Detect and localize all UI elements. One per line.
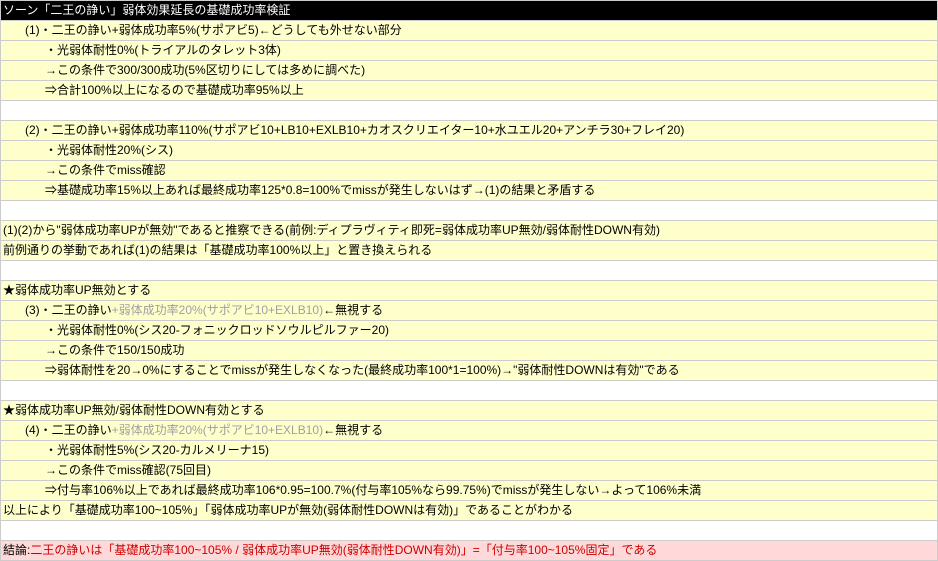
data-cell: 以上により「基礎成功率100~105%」「弱体成功率UPが無効(弱体耐性DOWN… bbox=[1, 501, 938, 521]
data-row: ・光弱体耐性0%(シス20-フォニックロッドソウルピルファー20) bbox=[1, 321, 938, 341]
data-cell: (1)・二王の諍い+弱体成功率5%(サポアビ5)←どうしても外せない部分 bbox=[1, 21, 938, 41]
data-row: ⇒弱体耐性を20→0%にすることでmissが発生しなくなった(最終成功率100*… bbox=[1, 361, 938, 381]
data-row: 以上により「基礎成功率100~105%」「弱体成功率UPが無効(弱体耐性DOWN… bbox=[1, 501, 938, 521]
data-row bbox=[1, 381, 938, 401]
data-row: ・光弱体耐性20%(シス) bbox=[1, 141, 938, 161]
text-segment: 結論: bbox=[3, 543, 30, 557]
text-segment: (1)・二王の諍い+弱体成功率5%(サポアビ5)←どうしても外せない部分 bbox=[25, 23, 402, 37]
data-cell: →この条件でmiss確認 bbox=[1, 161, 938, 181]
text-segment: →この条件でmiss確認 bbox=[45, 163, 166, 177]
data-row: →この条件で300/300成功(5%区切りにしては多めに調べた) bbox=[1, 61, 938, 81]
data-cell: ・光弱体耐性0%(シス20-フォニックロッドソウルピルファー20) bbox=[1, 321, 938, 341]
data-cell: ・光弱体耐性20%(シス) bbox=[1, 141, 938, 161]
text-segment: ⇒弱体耐性を20→0%にすることでmissが発生しなくなった(最終成功率100*… bbox=[45, 363, 680, 377]
data-cell: (3)・二王の諍い+弱体成功率20%(サポアビ10+EXLB10)←無視する bbox=[1, 301, 938, 321]
data-cell: ⇒基礎成功率15%以上あれば最終成功率125*0.8=100%でmissが発生し… bbox=[1, 181, 938, 201]
analysis-table: ソーン「二王の諍い」弱体効果延長の基礎成功率検証 (1)・二王の諍い+弱体成功率… bbox=[0, 0, 938, 561]
text-segment: ・光弱体耐性0%(シス20-フォニックロッドソウルピルファー20) bbox=[45, 323, 389, 337]
header-row: ソーン「二王の諍い」弱体効果延長の基礎成功率検証 bbox=[1, 1, 938, 21]
data-cell: →この条件でmiss確認(75回目) bbox=[1, 461, 938, 481]
text-segment: ・光弱体耐性20%(シス) bbox=[45, 143, 173, 157]
text-segment: (4)・二王の諍い bbox=[25, 423, 112, 437]
data-row bbox=[1, 521, 938, 541]
text-segment: ←無視する bbox=[323, 423, 383, 437]
data-row: ★弱体成功率UP無効/弱体耐性DOWN有効とする bbox=[1, 401, 938, 421]
title-cell: ソーン「二王の諍い」弱体効果延長の基礎成功率検証 bbox=[1, 1, 938, 21]
data-row: ⇒基礎成功率15%以上あれば最終成功率125*0.8=100%でmissが発生し… bbox=[1, 181, 938, 201]
data-row bbox=[1, 261, 938, 281]
data-row: (4)・二王の諍い+弱体成功率20%(サポアビ10+EXLB10)←無視する bbox=[1, 421, 938, 441]
data-cell: ⇒合計100%以上になるので基礎成功率95%以上 bbox=[1, 81, 938, 101]
data-cell: ★弱体成功率UP無効/弱体耐性DOWN有効とする bbox=[1, 401, 938, 421]
text-segment: ・光弱体耐性5%(シス20-カルメリーナ15) bbox=[45, 443, 269, 457]
text-segment: ⇒付与率106%以上であれば最終成功率106*0.95=100.7%(付与率10… bbox=[45, 483, 701, 497]
text-segment: ★弱体成功率UP無効とする bbox=[3, 283, 151, 297]
data-row: ⇒付与率106%以上であれば最終成功率106*0.95=100.7%(付与率10… bbox=[1, 481, 938, 501]
data-row bbox=[1, 101, 938, 121]
data-row: →この条件でmiss確認(75回目) bbox=[1, 461, 938, 481]
text-segment: →この条件で300/300成功(5%区切りにしては多めに調べた) bbox=[45, 63, 365, 77]
data-row: 結論:二王の諍いは「基礎成功率100~105% / 弱体成功率UP無効(弱体耐性… bbox=[1, 541, 938, 561]
text-segment: ・光弱体耐性0%(トライアルのタレット3体) bbox=[45, 43, 281, 57]
text-segment: (2)・二王の諍い+弱体成功率110%(サポアビ10+LB10+EXLB10+カ… bbox=[25, 123, 684, 137]
data-cell: (2)・二王の諍い+弱体成功率110%(サポアビ10+LB10+EXLB10+カ… bbox=[1, 121, 938, 141]
data-cell: ・光弱体耐性0%(トライアルのタレット3体) bbox=[1, 41, 938, 61]
data-cell: (4)・二王の諍い+弱体成功率20%(サポアビ10+EXLB10)←無視する bbox=[1, 421, 938, 441]
data-row: →この条件で150/150成功 bbox=[1, 341, 938, 361]
data-cell: ・光弱体耐性5%(シス20-カルメリーナ15) bbox=[1, 441, 938, 461]
data-cell: →この条件で150/150成功 bbox=[1, 341, 938, 361]
data-row: (3)・二王の諍い+弱体成功率20%(サポアビ10+EXLB10)←無視する bbox=[1, 301, 938, 321]
data-row: →この条件でmiss確認 bbox=[1, 161, 938, 181]
data-cell: ★弱体成功率UP無効とする bbox=[1, 281, 938, 301]
data-cell bbox=[1, 521, 938, 541]
data-cell bbox=[1, 101, 938, 121]
data-cell: ⇒付与率106%以上であれば最終成功率106*0.95=100.7%(付与率10… bbox=[1, 481, 938, 501]
data-row: ★弱体成功率UP無効とする bbox=[1, 281, 938, 301]
text-segment: 二王の諍いは「基礎成功率100~105% / 弱体成功率UP無効(弱体耐性DOW… bbox=[30, 543, 657, 557]
data-row: 前例通りの挙動であれば(1)の結果は「基礎成功率100%以上」と置き換えられる bbox=[1, 241, 938, 261]
data-cell bbox=[1, 381, 938, 401]
data-row: ・光弱体耐性0%(トライアルのタレット3体) bbox=[1, 41, 938, 61]
data-cell: 前例通りの挙動であれば(1)の結果は「基礎成功率100%以上」と置き換えられる bbox=[1, 241, 938, 261]
text-segment: (1)(2)から"弱体成功率UPが無効"であると推察できる(前例:ディプラヴィテ… bbox=[3, 223, 660, 237]
data-cell: (1)(2)から"弱体成功率UPが無効"であると推察できる(前例:ディプラヴィテ… bbox=[1, 221, 938, 241]
text-segment: ★弱体成功率UP無効/弱体耐性DOWN有効とする bbox=[3, 403, 265, 417]
text-segment: 前例通りの挙動であれば(1)の結果は「基礎成功率100%以上」と置き換えられる bbox=[3, 243, 432, 257]
text-segment: →この条件でmiss確認(75回目) bbox=[45, 463, 211, 477]
data-cell: 結論:二王の諍いは「基礎成功率100~105% / 弱体成功率UP無効(弱体耐性… bbox=[1, 541, 938, 561]
data-cell: →この条件で300/300成功(5%区切りにしては多めに調べた) bbox=[1, 61, 938, 81]
data-row: ・光弱体耐性5%(シス20-カルメリーナ15) bbox=[1, 441, 938, 461]
text-segment: ⇒合計100%以上になるので基礎成功率95%以上 bbox=[45, 83, 304, 97]
text-segment: (3)・二王の諍い bbox=[25, 303, 112, 317]
text-segment: ⇒基礎成功率15%以上あれば最終成功率125*0.8=100%でmissが発生し… bbox=[45, 183, 595, 197]
data-row: (1)(2)から"弱体成功率UPが無効"であると推察できる(前例:ディプラヴィテ… bbox=[1, 221, 938, 241]
text-segment: ←無視する bbox=[323, 303, 383, 317]
data-row: ⇒合計100%以上になるので基礎成功率95%以上 bbox=[1, 81, 938, 101]
data-cell: ⇒弱体耐性を20→0%にすることでmissが発生しなくなった(最終成功率100*… bbox=[1, 361, 938, 381]
text-segment: +弱体成功率20%(サポアビ10+EXLB10) bbox=[112, 303, 323, 317]
data-cell bbox=[1, 201, 938, 221]
text-segment: +弱体成功率20%(サポアビ10+EXLB10) bbox=[112, 423, 323, 437]
data-row: (2)・二王の諍い+弱体成功率110%(サポアビ10+LB10+EXLB10+カ… bbox=[1, 121, 938, 141]
data-row bbox=[1, 201, 938, 221]
data-row: (1)・二王の諍い+弱体成功率5%(サポアビ5)←どうしても外せない部分 bbox=[1, 21, 938, 41]
text-segment: →この条件で150/150成功 bbox=[45, 343, 184, 357]
data-cell bbox=[1, 261, 938, 281]
